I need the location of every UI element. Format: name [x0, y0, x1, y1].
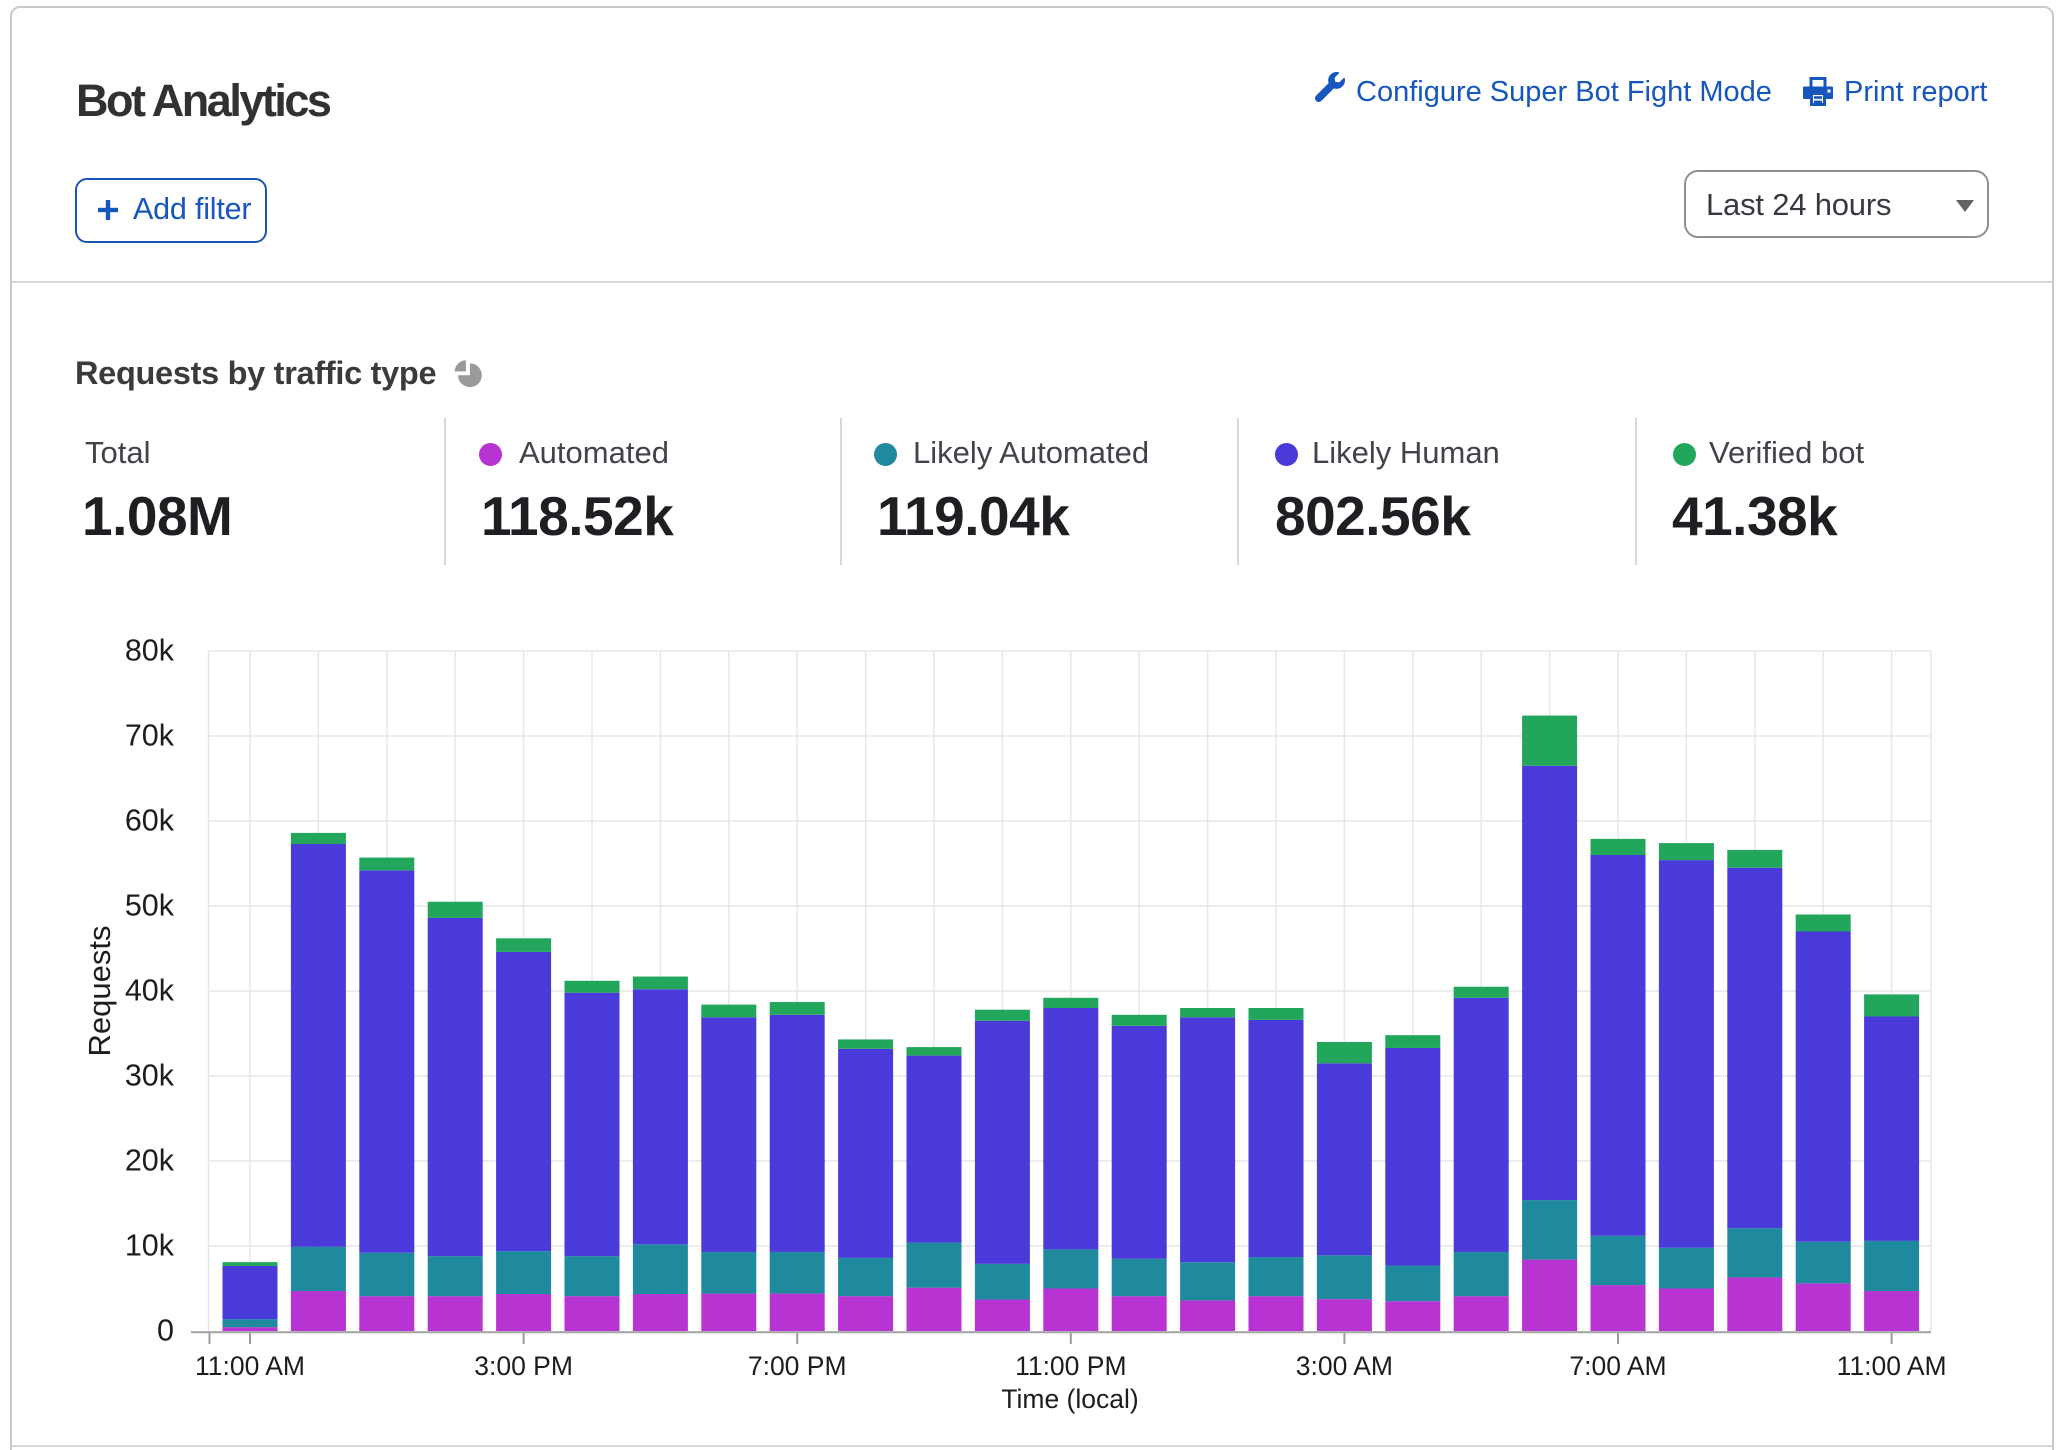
svg-text:10k: 10k [125, 1229, 175, 1263]
svg-text:Requests: Requests [82, 926, 117, 1057]
svg-text:Time (local): Time (local) [1001, 1384, 1138, 1414]
svg-text:7:00 PM: 7:00 PM [748, 1351, 847, 1381]
svg-text:3:00 PM: 3:00 PM [474, 1351, 573, 1381]
svg-text:60k: 60k [125, 804, 175, 838]
svg-text:11:00 AM: 11:00 AM [1837, 1351, 1947, 1381]
svg-text:50k: 50k [125, 889, 175, 923]
svg-text:7:00 AM: 7:00 AM [1569, 1351, 1666, 1381]
svg-text:3:00 AM: 3:00 AM [1296, 1351, 1393, 1381]
svg-text:30k: 30k [125, 1059, 175, 1093]
svg-text:0: 0 [157, 1314, 174, 1348]
svg-text:80k: 80k [125, 634, 175, 668]
svg-text:11:00 PM: 11:00 PM [1015, 1351, 1126, 1381]
svg-text:20k: 20k [125, 1144, 175, 1178]
svg-text:40k: 40k [125, 974, 175, 1008]
svg-text:70k: 70k [125, 719, 175, 753]
svg-text:11:00 AM: 11:00 AM [195, 1351, 305, 1381]
